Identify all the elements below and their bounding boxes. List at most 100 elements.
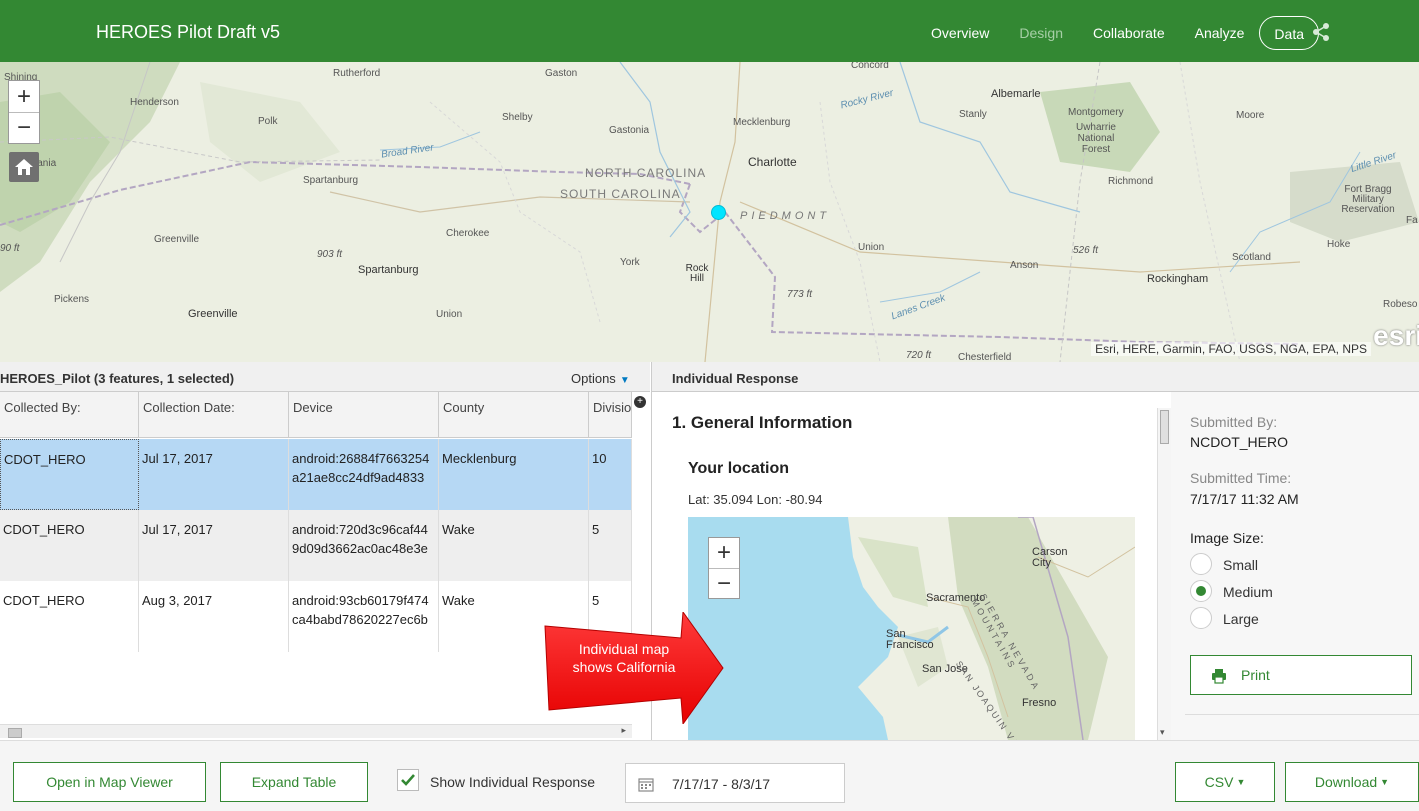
map-label-stanly: Stanly bbox=[959, 109, 987, 120]
callout-text: Individual map shows California bbox=[572, 641, 676, 675]
map-label-polk: Polk bbox=[258, 116, 278, 127]
add-column-icon[interactable]: + bbox=[634, 396, 646, 408]
date-range-picker[interactable]: 7/17/17 - 8/3/17 bbox=[625, 763, 845, 803]
map-label-hoke: Hoke bbox=[1327, 239, 1351, 250]
cell-collection-date: Jul 17, 2017 bbox=[139, 439, 289, 510]
map-label-rutherford: Rutherford bbox=[333, 68, 381, 79]
map-label-moore: Moore bbox=[1236, 110, 1265, 121]
mini-zoom-in-button[interactable]: + bbox=[709, 538, 739, 568]
individual-response-panel: Individual Response 1. General Informati… bbox=[651, 362, 1419, 740]
column-header-collection-date[interactable]: Collection Date: bbox=[139, 392, 289, 438]
zoom-out-button[interactable]: − bbox=[9, 112, 39, 143]
cell-collection-date: Jul 17, 2017 bbox=[139, 510, 289, 581]
column-header-device[interactable]: Device bbox=[289, 392, 439, 438]
image-size-medium-label[interactable]: Medium bbox=[1223, 584, 1273, 600]
mini-map-zoom-control: + − bbox=[708, 537, 740, 599]
map-label-greenville: Greenville bbox=[188, 308, 238, 320]
caret-down-icon: ▼ bbox=[1236, 777, 1246, 787]
scroll-right-icon[interactable]: ▸ bbox=[621, 725, 626, 736]
map-label-scotland: Scotland bbox=[1232, 252, 1271, 263]
table-title-bar: HEROES_Pilot (3 features, 1 selected) Op… bbox=[0, 362, 650, 392]
top-nav: Overview Design Collaborate Analyze Data bbox=[916, 16, 1319, 50]
individual-response-header: Individual Response bbox=[652, 362, 1419, 392]
caret-down-icon: ▼ bbox=[1380, 777, 1390, 787]
cell-device: android:93cb60179f474ca4babd78620227ec6b bbox=[289, 581, 439, 652]
home-button[interactable] bbox=[9, 152, 39, 182]
image-size-large-radio[interactable] bbox=[1190, 607, 1212, 629]
map-label-elev-90: 90 ft bbox=[0, 243, 20, 254]
map-label-greenville-county: Greenville bbox=[154, 234, 200, 245]
map-zoom-control: + − bbox=[8, 80, 40, 144]
scroll-down-icon[interactable]: ▾ bbox=[1160, 727, 1165, 738]
map-label-spartanburg: Spartanburg bbox=[358, 264, 419, 276]
map-label-uwharrie: Uwharrie National Forest bbox=[1075, 122, 1116, 155]
table-row[interactable]: CDOT_HERO Jul 17, 2017 android:26884f766… bbox=[0, 439, 632, 510]
image-size-small-label[interactable]: Small bbox=[1223, 557, 1258, 573]
nav-design[interactable]: Design bbox=[1004, 16, 1078, 50]
map-label-charlotte: Charlotte bbox=[748, 155, 797, 169]
response-location-map[interactable]: + − Carson City Sacramento San Francisco… bbox=[688, 517, 1135, 740]
mini-label-san-francisco: San Francisco bbox=[886, 628, 934, 651]
app-title: HEROES Pilot Draft v5 bbox=[96, 22, 281, 42]
map-label-elev-720: 720 ft bbox=[906, 350, 932, 361]
response-vertical-scrollbar[interactable]: ▾ bbox=[1157, 408, 1171, 740]
open-in-map-viewer-button[interactable]: Open in Map Viewer bbox=[13, 762, 206, 802]
cell-collection-date: Aug 3, 2017 bbox=[139, 581, 289, 652]
column-header-collected-by[interactable]: Collected By: bbox=[0, 392, 139, 438]
cell-county: Mecklenburg bbox=[439, 439, 589, 510]
print-button[interactable]: Print bbox=[1190, 655, 1412, 695]
map-label-robeson: Robeso bbox=[1383, 299, 1418, 310]
cell-county: Wake bbox=[439, 510, 589, 581]
print-label: Print bbox=[1241, 667, 1270, 683]
map-label-anson: Anson bbox=[1010, 260, 1039, 271]
nav-analyze[interactable]: Analyze bbox=[1180, 16, 1260, 50]
map-label-north-carolina: NORTH CAROLINA bbox=[585, 166, 707, 180]
download-dropdown-button[interactable]: Download ▼ bbox=[1285, 762, 1419, 802]
scrollbar-thumb[interactable] bbox=[1160, 410, 1169, 444]
show-individual-response-label[interactable]: Show Individual Response bbox=[430, 774, 595, 790]
scrollbar-thumb[interactable] bbox=[8, 728, 22, 738]
cell-collected-by: CDOT_HERO bbox=[0, 510, 139, 581]
options-label: Options bbox=[571, 371, 616, 386]
image-size-label: Image Size: bbox=[1190, 530, 1264, 546]
column-header-county[interactable]: County bbox=[439, 392, 589, 438]
map-label-elev-903: 903 ft bbox=[317, 249, 343, 260]
nav-overview[interactable]: Overview bbox=[916, 16, 1004, 50]
table-row[interactable]: CDOT_HERO Jul 17, 2017 android:720d3c96c… bbox=[0, 510, 632, 581]
question-title: Your location bbox=[688, 460, 790, 477]
cell-device: android:26884f7663254a21ae8cc24df9ad4833 bbox=[289, 439, 439, 510]
nav-collaborate[interactable]: Collaborate bbox=[1078, 16, 1180, 50]
map-attribution: Esri, HERE, Garmin, FAO, USGS, NGA, EPA,… bbox=[1091, 342, 1371, 356]
map-label-union-nc: Union bbox=[858, 242, 885, 253]
map-label-chesterfield: Chesterfield bbox=[958, 352, 1012, 362]
image-size-small-radio[interactable] bbox=[1190, 553, 1212, 575]
zoom-in-button[interactable]: + bbox=[9, 81, 39, 112]
lat-lon-readout: Lat: 35.094 Lon: -80.94 bbox=[688, 492, 823, 507]
column-header-division[interactable]: Divisio bbox=[589, 392, 632, 438]
response-metadata-sidebar: Submitted By: NCDOT_HERO Submitted Time:… bbox=[1171, 392, 1419, 740]
cell-division: 5 bbox=[589, 510, 632, 581]
section-title: 1. General Information bbox=[672, 413, 853, 432]
mini-zoom-out-button[interactable]: − bbox=[709, 568, 739, 598]
map-label-gaston: Gaston bbox=[545, 68, 578, 79]
table-row[interactable]: CDOT_HERO Aug 3, 2017 android:93cb60179f… bbox=[0, 581, 632, 652]
sidebar-divider bbox=[1185, 714, 1419, 715]
csv-dropdown-button[interactable]: CSV ▼ bbox=[1175, 762, 1275, 802]
download-label: Download bbox=[1314, 774, 1378, 790]
cell-division: 10 bbox=[589, 439, 632, 510]
map-label-south-carolina: SOUTH CAROLINA bbox=[560, 187, 681, 201]
map-label-albemarle: Albemarle bbox=[991, 88, 1041, 100]
map-label-fa: Fa bbox=[1406, 215, 1418, 226]
table-options-dropdown[interactable]: Options ▼ bbox=[571, 371, 630, 386]
image-size-medium-radio[interactable] bbox=[1190, 580, 1212, 602]
esri-logo: esri bbox=[1373, 320, 1419, 351]
share-icon[interactable] bbox=[1311, 22, 1331, 42]
table-horizontal-scrollbar[interactable]: ▸ bbox=[0, 724, 632, 738]
main-map[interactable]: Shining Henderson Rutherford Gaston Conc… bbox=[0, 62, 1419, 362]
submitted-by-label: Submitted By: bbox=[1190, 414, 1278, 430]
map-label-elev-526: 526 ft bbox=[1073, 245, 1099, 256]
image-size-large-label[interactable]: Large bbox=[1223, 611, 1259, 627]
expand-table-button[interactable]: Expand Table bbox=[220, 762, 368, 802]
show-individual-response-checkbox[interactable] bbox=[397, 769, 419, 791]
map-point-marker[interactable] bbox=[711, 205, 726, 220]
